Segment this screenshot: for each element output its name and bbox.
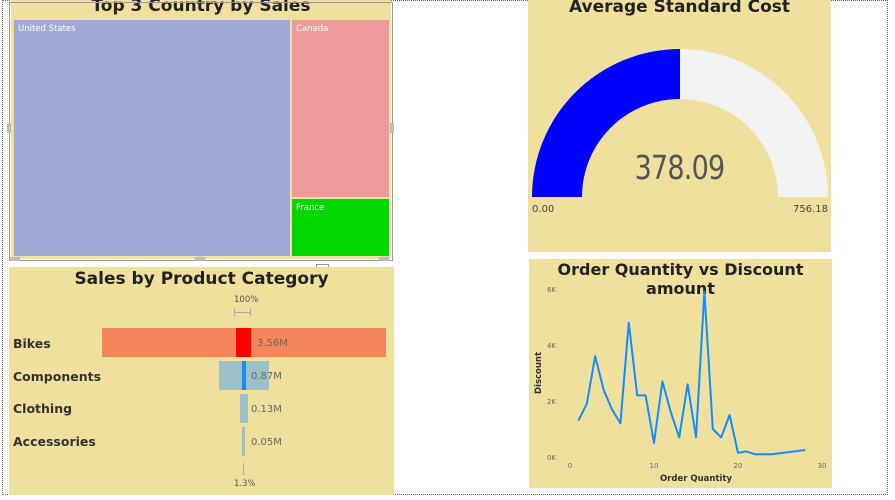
x-tick-label: 30 [818, 462, 827, 470]
funnel-category-label: Clothing [13, 401, 73, 416]
funnel-category-label: Components [13, 369, 102, 384]
funnel-bar-highlight [236, 328, 251, 357]
funnel-bar-accessories[interactable] [242, 427, 245, 456]
funnel-title: Sales by Product Category [74, 269, 329, 289]
gauge-value: 378.09 [634, 148, 726, 187]
treemap-cell-canada[interactable]: Canada [292, 20, 389, 197]
funnel-value-label: 0.05M [251, 437, 282, 448]
treemap-cell-label: United States [18, 24, 76, 34]
funnel-value-label: 0.13M [251, 404, 282, 415]
x-tick-label: 10 [650, 462, 659, 470]
resize-handle-bottom-left[interactable] [10, 257, 20, 261]
treemap-visual[interactable]: Top 3 Country by Sales United States Can… [11, 0, 391, 259]
y-tick-label: 0K [547, 454, 556, 462]
funnel-category-label: Accessories [13, 434, 96, 449]
treemap-cell-france[interactable]: France [292, 199, 389, 256]
x-tick-label: 20 [734, 462, 743, 470]
resize-handle-left[interactable] [7, 123, 11, 133]
y-tick-label: 2K [547, 398, 556, 406]
funnel-bottom-percent: 1.3% [234, 479, 256, 489]
gauge-max-label: 756.18 [793, 204, 828, 215]
gauge-min-label: 0.00 [532, 204, 555, 215]
x-tick-label: 0 [568, 462, 572, 470]
funnel-value-label: 3.56M [257, 338, 288, 349]
gauge-chart [532, 49, 828, 197]
funnel-bottom-bracket [243, 463, 244, 475]
resize-handle-right[interactable] [390, 123, 394, 133]
treemap-title: Top 3 Country by Sales [91, 0, 311, 16]
x-axis-label: Order Quantity [660, 474, 733, 484]
funnel-top-percent: 100% [234, 295, 259, 305]
funnel-visual[interactable]: Sales by Product Category 100% Bikes 3.5… [9, 267, 394, 495]
line-chart: Discount Order Quantity 0K 2K 4K 6K 0 10 20 30 [534, 286, 827, 484]
y-tick-label: 4K [547, 342, 556, 350]
treemap-cell-label: Canada [296, 24, 329, 34]
treemap-cell-label: France [296, 203, 325, 213]
resize-handle-bottom[interactable] [195, 257, 205, 261]
y-axis-label: Discount [534, 352, 544, 394]
gauge-visual[interactable]: Average Standard Cost 378.09 0.00 756.18 [528, 0, 831, 252]
funnel-category-label: Bikes [13, 336, 51, 351]
series-line[interactable] [577, 290, 806, 456]
resize-handle-bottom-right[interactable] [379, 257, 389, 261]
funnel-bar-clothing[interactable] [240, 394, 248, 423]
y-tick-label: 6K [547, 286, 556, 294]
funnel-bar-highlight [242, 361, 246, 390]
treemap-cell-united-states[interactable]: United States [14, 20, 290, 256]
funnel-top-bracket [234, 308, 251, 316]
line-chart-visual[interactable]: Order Quantity vs Discount amount Discou… [529, 259, 832, 488]
funnel-value-label: 0.87M [251, 371, 282, 382]
